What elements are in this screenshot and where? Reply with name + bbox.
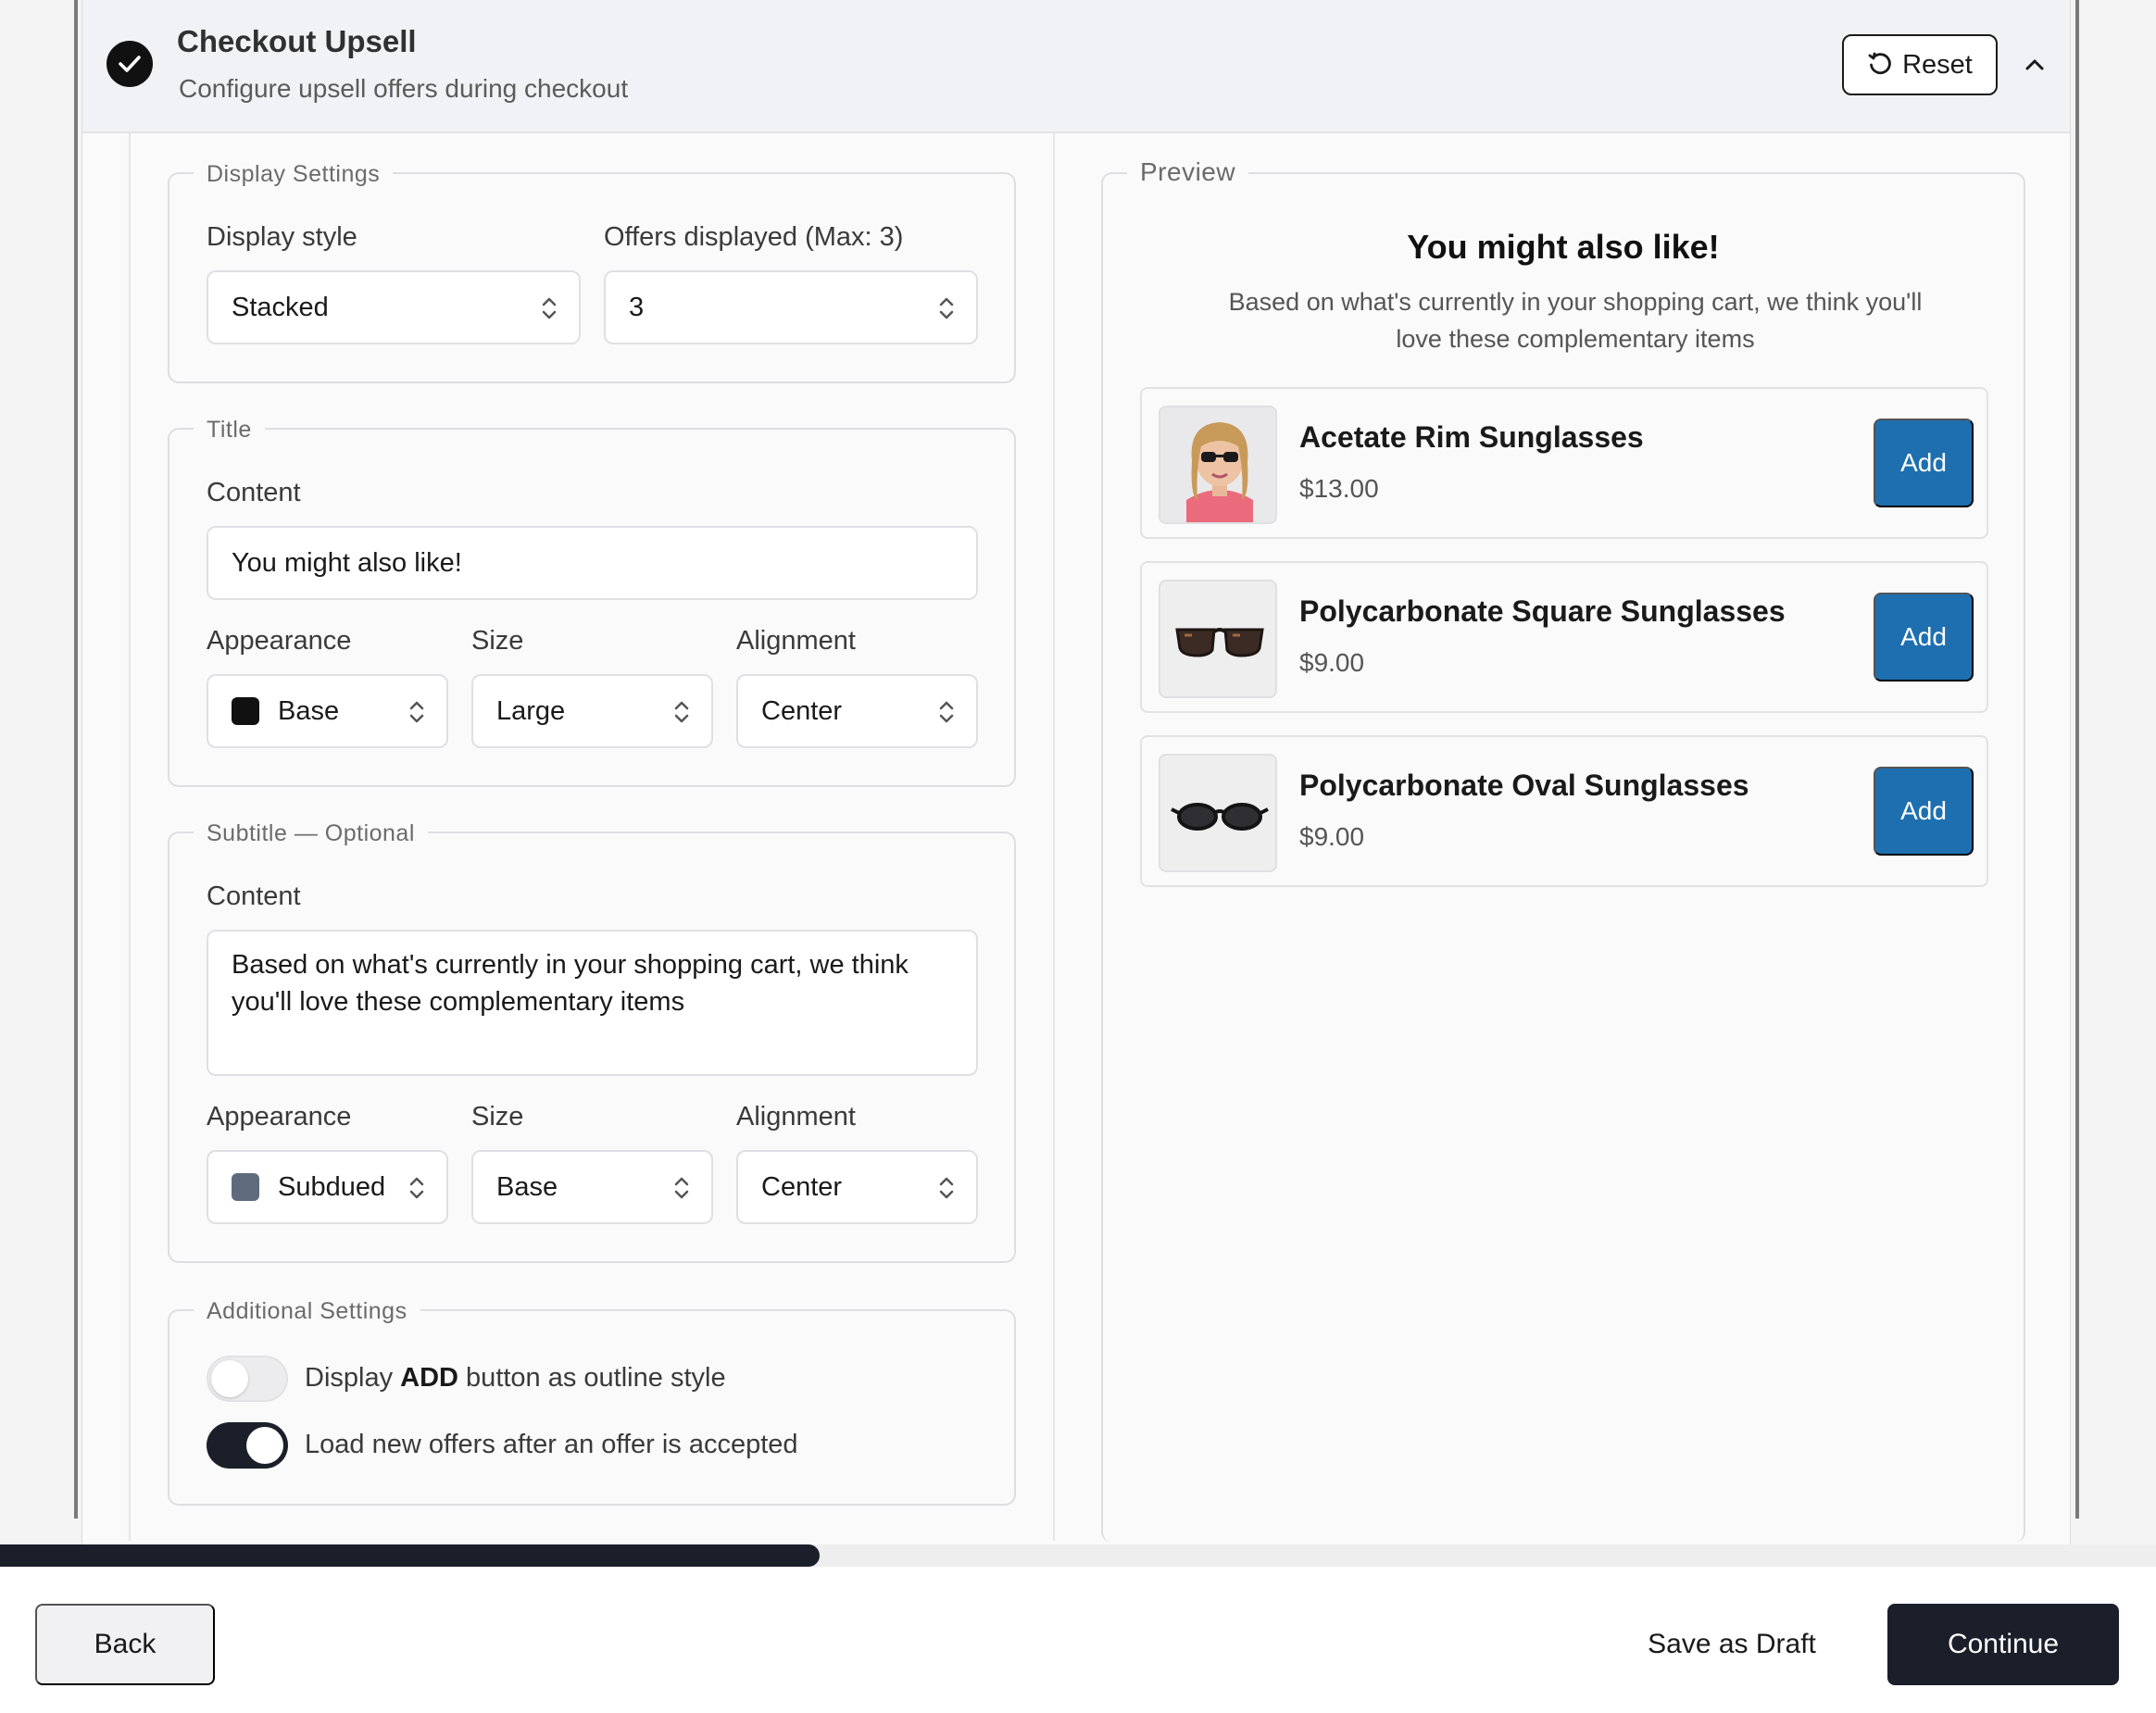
checkout-upsell-card: Checkout Upsell Configure upsell offers … bbox=[81, 0, 2071, 1556]
title-appearance-value: Base bbox=[278, 695, 340, 726]
chevron-updown-icon bbox=[674, 1177, 689, 1199]
woman-with-sunglasses-image bbox=[1160, 407, 1275, 522]
chevron-updown-icon bbox=[939, 701, 954, 723]
card-header[interactable]: Checkout Upsell Configure upsell offers … bbox=[82, 0, 2070, 133]
chevron-updown-icon bbox=[939, 297, 954, 319]
reset-button[interactable]: Reset bbox=[1842, 34, 1998, 95]
section-subtitle: Configure upsell offers during checkout bbox=[179, 74, 629, 103]
product-price: $9.00 bbox=[1299, 822, 1365, 851]
product-image bbox=[1159, 406, 1277, 524]
toggle-knob bbox=[211, 1360, 248, 1397]
title-appearance-label: Appearance bbox=[207, 626, 352, 656]
title-alignment-select[interactable]: Center bbox=[736, 674, 978, 748]
frame-left-border bbox=[74, 0, 78, 1519]
subtitle-alignment-select[interactable]: Center bbox=[736, 1150, 978, 1224]
offers-displayed-select[interactable]: 3 bbox=[604, 270, 978, 344]
check-circle-icon bbox=[107, 41, 153, 87]
chevron-up-icon[interactable] bbox=[2018, 48, 2051, 81]
section-title: Checkout Upsell bbox=[177, 24, 417, 58]
product-name: Polycarbonate Oval Sunglasses bbox=[1299, 769, 1749, 802]
product-price: $13.00 bbox=[1299, 474, 1379, 503]
subtitle-content-textarea[interactable]: Based on what's currently in your shoppi… bbox=[207, 930, 978, 1076]
back-button[interactable]: Back bbox=[35, 1604, 215, 1685]
subtitle-alignment-value: Center bbox=[761, 1171, 843, 1202]
display-style-label: Display style bbox=[207, 222, 357, 252]
footer: Back Save as Draft Continue bbox=[0, 1567, 2156, 1713]
display-style-value: Stacked bbox=[232, 292, 329, 322]
display-settings-legend: Display Settings bbox=[194, 161, 394, 188]
additional-settings-group: Additional Settings Display ADD button a… bbox=[168, 1298, 1016, 1506]
subtitle-alignment-label: Alignment bbox=[736, 1102, 856, 1132]
chevron-updown-icon bbox=[409, 1177, 424, 1199]
continue-button[interactable]: Continue bbox=[1887, 1604, 2119, 1685]
product-card: Acetate Rim Sunglasses $13.00 Add bbox=[1140, 387, 1988, 539]
load-new-offers-toggle[interactable] bbox=[207, 1422, 288, 1469]
outline-style-toggle[interactable] bbox=[207, 1356, 288, 1402]
subtitle-legend: Subtitle — Optional bbox=[194, 820, 428, 847]
title-appearance-select[interactable]: Base bbox=[207, 674, 448, 748]
preview-subtitle: Based on what's currently in your shoppi… bbox=[1228, 288, 1923, 353]
product-image bbox=[1159, 580, 1277, 698]
preview-legend: Preview bbox=[1127, 157, 1249, 187]
column-divider bbox=[129, 133, 131, 1541]
frame-right-border bbox=[2075, 0, 2079, 1519]
subtitle-size-label: Size bbox=[471, 1102, 524, 1132]
subtitle-size-value: Base bbox=[496, 1171, 558, 1202]
add-product-button[interactable]: Add bbox=[1874, 767, 1974, 856]
load-new-offers-label: Load new offers after an offer is accept… bbox=[305, 1430, 798, 1459]
subtitle-content-label: Content bbox=[207, 882, 301, 911]
outline-style-label: Display ADD button as outline style bbox=[305, 1363, 726, 1393]
chevron-updown-icon bbox=[409, 701, 424, 723]
product-card: Polycarbonate Square Sunglasses $9.00 Ad… bbox=[1140, 561, 1988, 713]
product-price: $9.00 bbox=[1299, 648, 1365, 677]
title-content-label: Content bbox=[207, 478, 301, 507]
oval-sunglasses-image bbox=[1171, 803, 1269, 831]
reset-label: Reset bbox=[1902, 49, 1973, 80]
title-size-label: Size bbox=[471, 626, 524, 656]
subtitle-appearance-value: Subdued bbox=[278, 1171, 386, 1202]
column-divider bbox=[1053, 133, 1055, 1541]
additional-settings-legend: Additional Settings bbox=[194, 1298, 420, 1325]
square-sunglasses-image bbox=[1175, 628, 1264, 657]
product-image bbox=[1159, 754, 1277, 872]
product-card: Polycarbonate Oval Sunglasses $9.00 Add bbox=[1140, 735, 1988, 887]
progress-bar bbox=[0, 1544, 2156, 1567]
display-settings-group: Display Settings Display style Offers di… bbox=[168, 161, 1016, 383]
preview-panel: Preview You might also like! Based on wh… bbox=[1101, 157, 2025, 1543]
product-name: Polycarbonate Square Sunglasses bbox=[1299, 594, 1786, 628]
title-settings-group: Title Content You might also like! Appea… bbox=[168, 417, 1016, 787]
offers-displayed-value: 3 bbox=[629, 292, 645, 322]
save-draft-button[interactable]: Save as Draft bbox=[1630, 1604, 1834, 1685]
add-product-button[interactable]: Add bbox=[1874, 419, 1974, 507]
chevron-updown-icon bbox=[939, 1177, 954, 1199]
chevron-updown-icon bbox=[674, 701, 689, 723]
subtitle-appearance-label: Appearance bbox=[207, 1102, 352, 1132]
display-style-select[interactable]: Stacked bbox=[207, 270, 581, 344]
title-legend: Title bbox=[194, 417, 265, 444]
subtitle-appearance-select[interactable]: Subdued bbox=[207, 1150, 448, 1224]
toggle-knob bbox=[246, 1427, 283, 1464]
preview-title: You might also like! bbox=[1407, 228, 1720, 266]
product-name: Acetate Rim Sunglasses bbox=[1299, 420, 1644, 454]
title-alignment-label: Alignment bbox=[736, 626, 856, 656]
title-alignment-value: Center bbox=[761, 695, 843, 726]
subtitle-size-select[interactable]: Base bbox=[471, 1150, 713, 1224]
chevron-updown-icon bbox=[542, 297, 557, 319]
progress-fill bbox=[0, 1544, 820, 1567]
reset-icon bbox=[1868, 52, 1891, 75]
title-size-value: Large bbox=[496, 695, 566, 726]
title-size-select[interactable]: Large bbox=[471, 674, 713, 748]
subtitle-settings-group: Subtitle — Optional Content Based on wha… bbox=[168, 820, 1016, 1263]
color-swatch bbox=[232, 1173, 259, 1201]
add-product-button[interactable]: Add bbox=[1874, 593, 1974, 681]
color-swatch bbox=[232, 697, 259, 725]
title-content-input[interactable]: You might also like! bbox=[207, 526, 978, 600]
offers-displayed-label: Offers displayed (Max: 3) bbox=[604, 222, 904, 252]
